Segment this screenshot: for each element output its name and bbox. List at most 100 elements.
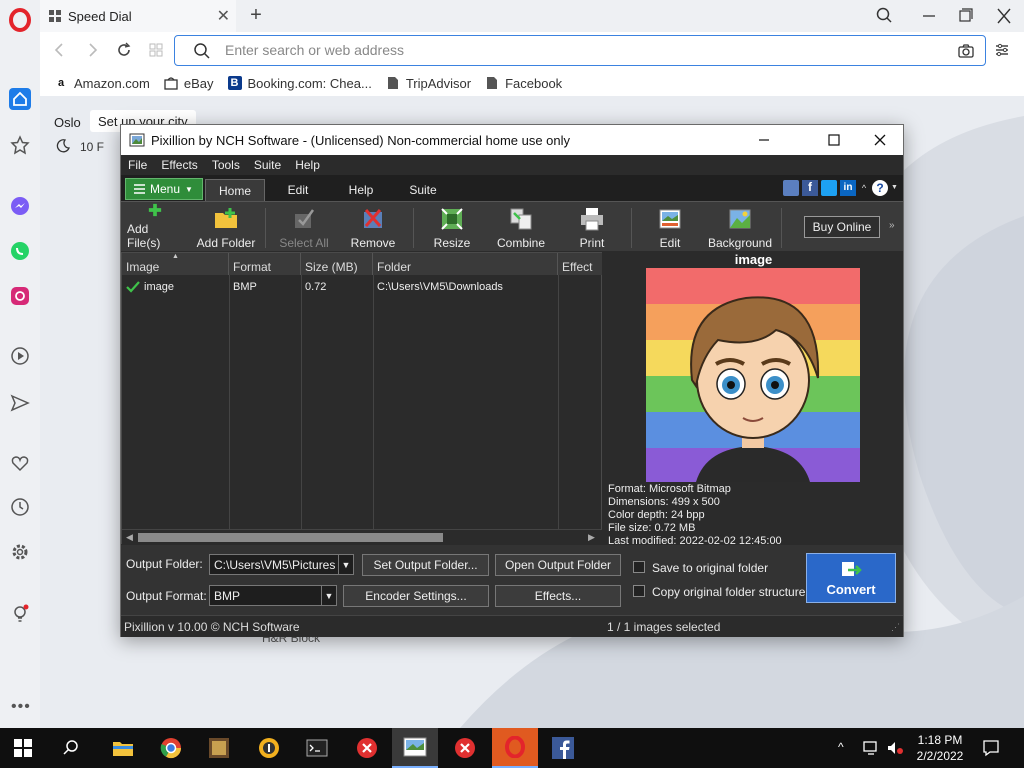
forward-icon[interactable] [82, 40, 102, 60]
windows-start-icon[interactable] [0, 728, 46, 768]
player-icon[interactable] [9, 345, 31, 367]
convert-button[interactable]: Convert [806, 553, 896, 603]
tray-chevron-up-icon[interactable]: ^ [838, 740, 844, 754]
help-dropdown-icon[interactable]: ▼ [891, 180, 899, 196]
edit-button[interactable]: Edit [645, 202, 695, 252]
horizontal-scrollbar[interactable]: ◀ ▶ [122, 529, 602, 544]
column-folder[interactable]: Folder [373, 253, 558, 275]
menu-file[interactable]: File [121, 158, 154, 172]
search-input[interactable] [225, 42, 925, 58]
speed-dial-home-icon[interactable] [9, 88, 31, 110]
error-app-icon-2[interactable] [442, 728, 488, 768]
messenger-icon[interactable] [9, 195, 31, 217]
tab-edit[interactable]: Edit [276, 179, 320, 201]
bookmark-ebay[interactable]: eBay [164, 76, 214, 91]
column-image[interactable]: Image ▲ [122, 253, 229, 275]
opera-logo-icon[interactable] [8, 8, 32, 32]
back-icon[interactable] [50, 40, 70, 60]
history-clock-icon[interactable] [9, 496, 31, 518]
bookmark-amazon[interactable]: a Amazon.com [54, 76, 150, 91]
notification-center-icon[interactable] [982, 739, 1000, 757]
column-format[interactable]: Format [229, 253, 301, 275]
bookmark-booking[interactable]: B Booking.com: Chea... [227, 76, 372, 91]
settings-gear-icon[interactable] [9, 541, 31, 563]
whatsapp-icon[interactable] [9, 240, 31, 262]
help-question-icon[interactable]: ? [872, 180, 888, 196]
save-original-checkbox[interactable] [633, 561, 645, 573]
bookmarks-star-icon[interactable] [9, 134, 31, 156]
close-tab-icon[interactable]: ✕ [217, 6, 230, 26]
new-tab-button[interactable]: + [244, 4, 268, 27]
reload-icon[interactable] [114, 40, 134, 60]
tiles-icon[interactable] [146, 40, 166, 60]
vpn-shield-icon[interactable] [246, 728, 292, 768]
pixillion-taskbar-icon[interactable] [392, 728, 438, 768]
copy-structure-checkbox[interactable] [633, 585, 645, 597]
effects-button[interactable]: Effects... [495, 585, 621, 607]
app-maximize-icon[interactable] [827, 133, 841, 147]
send-icon[interactable] [9, 392, 31, 414]
facebook-taskbar-icon[interactable] [540, 728, 586, 768]
tab-suite[interactable]: Suite [401, 179, 445, 201]
opera-taskbar-icon[interactable] [492, 728, 538, 768]
app-minimize-icon[interactable] [757, 134, 771, 146]
ribbon-menu-button[interactable]: Menu ▼ [125, 178, 203, 200]
encoder-settings-button[interactable]: Encoder Settings... [343, 585, 489, 607]
file-explorer-icon[interactable] [100, 728, 146, 768]
scroll-left-icon[interactable]: ◀ [126, 532, 133, 543]
linkedin-icon[interactable]: in [840, 180, 856, 196]
add-folder-button[interactable]: Add Folder [195, 202, 257, 252]
menu-effects[interactable]: Effects [154, 158, 204, 172]
more-options-icon[interactable]: ••• [11, 698, 31, 716]
tab-speed-dial[interactable]: Speed Dial ✕ [40, 0, 236, 32]
twitter-icon[interactable] [821, 180, 837, 196]
resize-grip-icon[interactable]: ⋰ [891, 622, 900, 633]
output-format-select[interactable]: BMP ▼ [209, 585, 337, 606]
terminal-icon[interactable] [294, 728, 340, 768]
combine-button[interactable]: Combine [493, 202, 549, 252]
network-icon[interactable] [862, 740, 880, 756]
chrome-icon[interactable] [148, 728, 194, 768]
add-files-button[interactable]: Add File(s) [127, 202, 183, 252]
heart-icon[interactable] [9, 452, 31, 474]
error-app-icon[interactable] [344, 728, 390, 768]
print-button[interactable]: Print [567, 202, 617, 252]
open-output-folder-button[interactable]: Open Output Folder [495, 554, 621, 576]
lightbulb-icon[interactable] [9, 603, 31, 625]
tab-home[interactable]: Home [205, 179, 265, 201]
collapse-ribbon-icon[interactable]: ^ [859, 180, 869, 196]
minimize-icon[interactable] [916, 6, 942, 26]
column-size[interactable]: Size (MB) [301, 253, 373, 275]
set-output-folder-button[interactable]: Set Output Folder... [362, 554, 489, 576]
remove-button[interactable]: Remove [345, 202, 401, 252]
resize-button[interactable]: Resize [425, 202, 479, 252]
column-effect[interactable]: Effect [558, 253, 602, 275]
instagram-icon[interactable] [9, 285, 31, 307]
menu-help[interactable]: Help [288, 158, 327, 172]
scroll-right-icon[interactable]: ▶ [588, 532, 595, 543]
select-all-button[interactable]: Select All [275, 202, 333, 252]
table-row[interactable]: image BMP 0.72 C:\Users\VM5\Downloads [122, 277, 602, 297]
volume-muted-icon[interactable] [886, 740, 904, 756]
scrollbar-thumb[interactable] [138, 533, 443, 542]
menu-suite[interactable]: Suite [247, 158, 288, 172]
system-clock[interactable]: 1:18 PM 2/2/2022 [912, 732, 968, 764]
ribbon-overflow-icon[interactable]: » [889, 220, 895, 231]
facebook-icon[interactable]: f [802, 180, 818, 196]
restore-icon[interactable] [952, 6, 978, 26]
search-tabs-icon[interactable] [872, 6, 898, 26]
address-bar[interactable] [174, 35, 986, 66]
bookmark-tripadvisor[interactable]: TripAdvisor [386, 76, 471, 91]
search-icon[interactable] [48, 728, 94, 768]
output-folder-select[interactable]: C:\Users\VM5\Pictures ▼ [209, 554, 354, 575]
background-button[interactable]: Background [708, 202, 772, 252]
dosbox-icon[interactable] [196, 728, 242, 768]
close-window-icon[interactable] [991, 6, 1017, 26]
camera-snapshot-icon[interactable] [957, 42, 975, 60]
bookmark-facebook[interactable]: Facebook [485, 76, 562, 91]
menu-tools[interactable]: Tools [205, 158, 247, 172]
app-close-icon[interactable] [873, 133, 887, 147]
buy-online-button[interactable]: Buy Online [804, 216, 880, 238]
tab-help[interactable]: Help [339, 179, 383, 201]
like-thumb-icon[interactable] [783, 180, 799, 196]
